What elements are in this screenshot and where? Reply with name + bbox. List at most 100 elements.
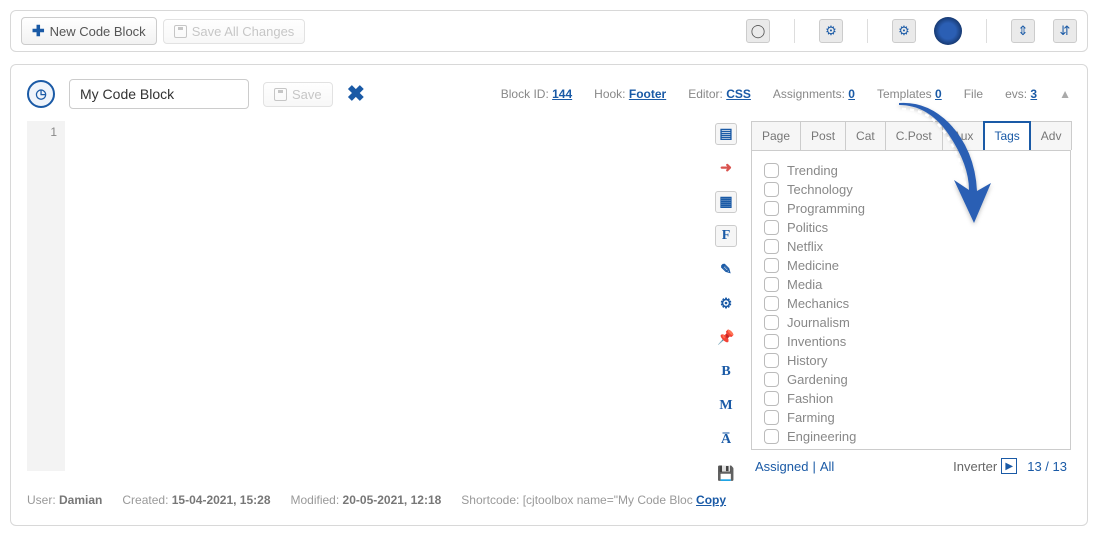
- checkbox-icon[interactable]: [764, 353, 779, 368]
- tab-cat[interactable]: Cat: [845, 121, 886, 150]
- all-filter[interactable]: All: [820, 459, 834, 474]
- tag-label: Trending: [787, 163, 838, 178]
- user-label: User:: [27, 493, 56, 507]
- tag-row[interactable]: Engineering: [764, 427, 1058, 446]
- checkbox-icon[interactable]: [764, 239, 779, 254]
- tab-post[interactable]: Post: [800, 121, 846, 150]
- shield-gear-icon[interactable]: ⚙: [819, 19, 843, 43]
- block-name-input[interactable]: [69, 79, 249, 109]
- save-icon: [274, 88, 287, 101]
- tab-page[interactable]: Page: [751, 121, 801, 150]
- editor-type-link[interactable]: CSS: [726, 87, 751, 101]
- checkbox-icon[interactable]: [764, 163, 779, 178]
- layout-gear-icon[interactable]: ⚙: [892, 19, 916, 43]
- tag-row[interactable]: Media: [764, 275, 1058, 294]
- tag-row[interactable]: Trending: [764, 161, 1058, 180]
- tag-row[interactable]: Netflix: [764, 237, 1058, 256]
- tag-row[interactable]: Programming: [764, 199, 1058, 218]
- file-label: File: [964, 87, 983, 101]
- tag-row[interactable]: Journalism: [764, 313, 1058, 332]
- checkbox-icon[interactable]: [764, 201, 779, 216]
- checkbox-icon[interactable]: [764, 258, 779, 273]
- checkbox-icon[interactable]: [764, 182, 779, 197]
- tag-row[interactable]: Technology: [764, 180, 1058, 199]
- tab-tags[interactable]: Tags: [983, 121, 1030, 150]
- top-toolbar: ✚ New Code Block Save All Changes ◯ ⚙ ⚙ …: [10, 10, 1088, 52]
- insert-row-icon[interactable]: ▤: [715, 123, 737, 145]
- modified-value: 20-05-2021, 12:18: [343, 493, 442, 507]
- save-label: Save: [292, 87, 322, 102]
- save-all-label: Save All Changes: [192, 24, 295, 39]
- editor-panel: ◷ Save ✖ Block ID: 144 Hook: Footer Edit…: [10, 64, 1088, 526]
- tag-label: Fashion: [787, 391, 833, 406]
- editor-label: Editor:: [688, 87, 723, 101]
- delete-block-button[interactable]: ✖: [347, 81, 365, 107]
- edit-pencil-icon[interactable]: ✎: [715, 259, 737, 281]
- gear-burst-icon[interactable]: [934, 17, 962, 45]
- tag-row[interactable]: History: [764, 351, 1058, 370]
- tab-adv[interactable]: Adv: [1030, 121, 1073, 150]
- tag-row[interactable]: Farming: [764, 408, 1058, 427]
- revs-link[interactable]: 3: [1030, 87, 1037, 101]
- new-code-block-button[interactable]: ✚ New Code Block: [21, 17, 157, 45]
- count-total: 13: [1053, 459, 1067, 474]
- assigned-filter[interactable]: Assigned: [755, 459, 808, 474]
- templates-link[interactable]: 0: [935, 87, 942, 101]
- inverter-label[interactable]: Inverter: [953, 459, 997, 474]
- line-gutter: 1: [27, 121, 65, 471]
- tag-label: Technology: [787, 182, 853, 197]
- code-editor[interactable]: 1: [27, 121, 701, 485]
- tag-label: Farming: [787, 410, 835, 425]
- collapse-toggle[interactable]: ▲: [1059, 87, 1071, 101]
- assignments-link[interactable]: 0: [848, 87, 855, 101]
- tag-row[interactable]: Mechanics: [764, 294, 1058, 313]
- grid-icon[interactable]: ▦: [715, 191, 737, 213]
- checkbox-icon[interactable]: [764, 334, 779, 349]
- checkbox-icon[interactable]: [764, 410, 779, 425]
- save-all-button[interactable]: Save All Changes: [163, 19, 306, 44]
- copy-shortcode-link[interactable]: Copy: [696, 493, 726, 507]
- templates-label: Templates: [877, 87, 932, 101]
- block-id-link[interactable]: 144: [552, 87, 572, 101]
- import-icon[interactable]: ➜: [715, 157, 737, 179]
- bold-icon[interactable]: B: [715, 361, 737, 383]
- tag-row[interactable]: Inventions: [764, 332, 1058, 351]
- created-label: Created:: [122, 493, 168, 507]
- tag-row[interactable]: Fashion: [764, 389, 1058, 408]
- tab-aux[interactable]: Aux: [942, 121, 985, 150]
- m-format-icon[interactable]: M: [715, 395, 737, 417]
- checkbox-icon[interactable]: [764, 372, 779, 387]
- tag-row[interactable]: Gardening: [764, 370, 1058, 389]
- checkbox-icon[interactable]: [764, 429, 779, 444]
- tab-cpost[interactable]: C.Post: [885, 121, 943, 150]
- tag-label: Politics: [787, 220, 828, 235]
- tag-label: Mechanics: [787, 296, 849, 311]
- settings-gear-icon[interactable]: ⚙: [715, 293, 737, 315]
- font-file-icon[interactable]: F: [715, 225, 737, 247]
- pin-icon[interactable]: 📌: [715, 327, 737, 349]
- tag-row[interactable]: Politics: [764, 218, 1058, 237]
- checkbox-icon[interactable]: [764, 220, 779, 235]
- font-size-icon[interactable]: A̅: [715, 429, 737, 451]
- new-code-block-label: New Code Block: [50, 24, 146, 39]
- tag-label: Programming: [787, 201, 865, 216]
- checkbox-icon[interactable]: [764, 391, 779, 406]
- state-icon[interactable]: ◯: [746, 19, 770, 43]
- editor-side-tools: ▤ ➜ ▦ F ✎ ⚙ 📌 B M A̅ 💾: [711, 121, 741, 485]
- top-icon-group: ◯ ⚙ ⚙ ⇕ ⇵: [746, 17, 1077, 45]
- tags-list[interactable]: Trending Technology Programming Politics Net…: [751, 150, 1071, 450]
- hook-link[interactable]: Footer: [629, 87, 666, 101]
- checkbox-icon[interactable]: [764, 296, 779, 311]
- inverter-play-icon[interactable]: ▶: [1001, 458, 1017, 474]
- save-button[interactable]: Save: [263, 82, 333, 107]
- block-meta: Block ID: 144 Hook: Footer Editor: CSS A…: [501, 87, 1071, 101]
- expand-vert-icon[interactable]: ⇕: [1011, 19, 1035, 43]
- collapse-vert-icon[interactable]: ⇵: [1053, 19, 1077, 43]
- tag-label: Journalism: [787, 315, 850, 330]
- checkbox-icon[interactable]: [764, 277, 779, 292]
- code-text-area[interactable]: [65, 121, 701, 471]
- hook-label: Hook:: [594, 87, 625, 101]
- disk-save-icon[interactable]: 💾: [715, 463, 737, 485]
- tag-row[interactable]: Medicine: [764, 256, 1058, 275]
- checkbox-icon[interactable]: [764, 315, 779, 330]
